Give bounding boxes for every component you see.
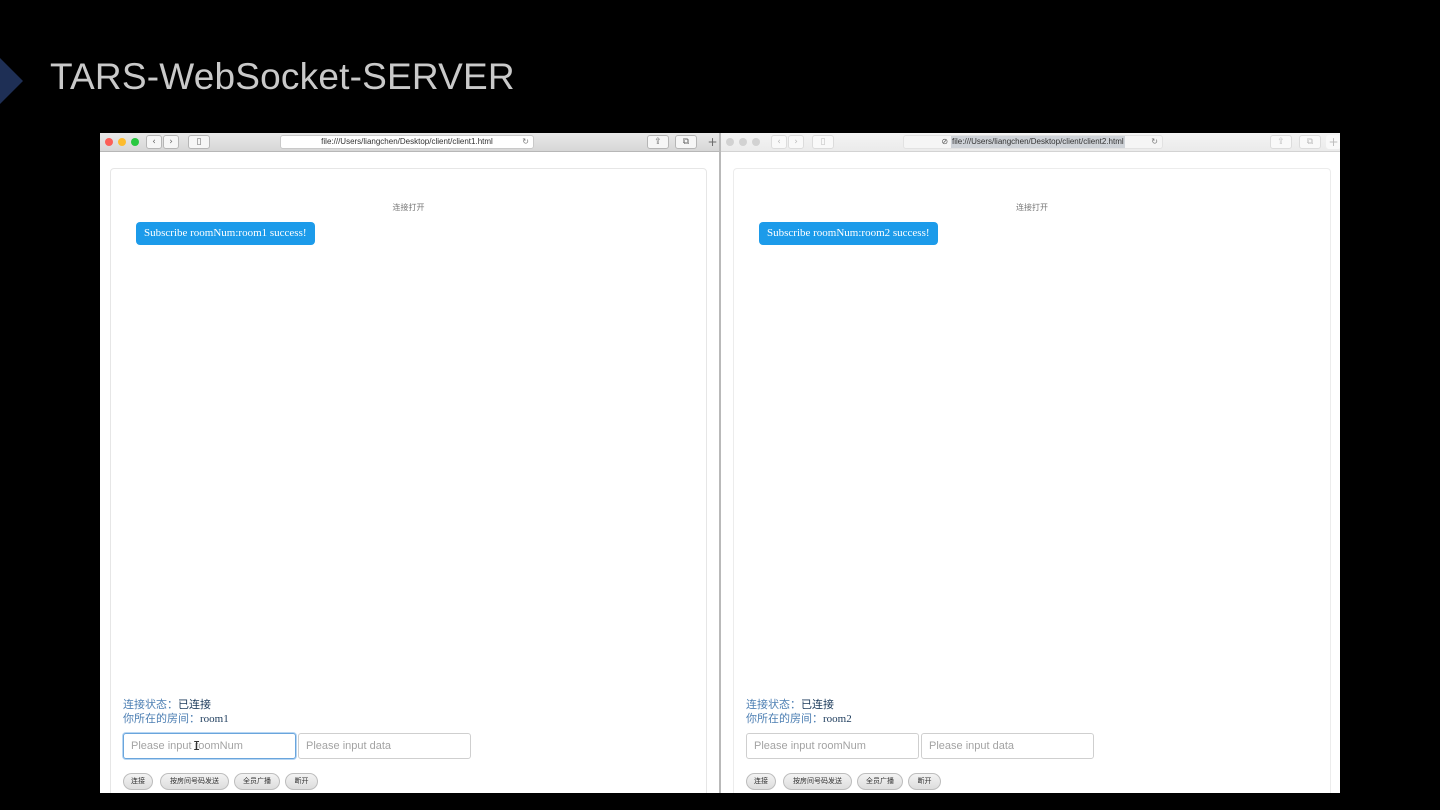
new-tab-icon[interactable]: + (1326, 135, 1340, 149)
current-room-value: room1 (200, 713, 229, 725)
zoom-window-button[interactable] (131, 138, 139, 146)
browser-window-client1: ‹ › ▯ file:///Users/liangchen/Desktop/cl… (100, 133, 720, 793)
sidebar-icon[interactable]: ▯ (812, 135, 834, 149)
send-by-room-button[interactable]: 按房间号码发送 (160, 773, 229, 790)
message-bubble: Subscribe roomNum:room1 success! (136, 222, 315, 245)
share-icon[interactable]: ⇪ (647, 135, 669, 149)
browser-toolbar: ‹ › ▯ file:///Users/liangchen/Desktop/cl… (100, 133, 720, 152)
current-room: 你所在的房间：room2 (746, 710, 852, 726)
sidebar-icon[interactable]: ▯ (188, 135, 210, 149)
disconnect-button[interactable]: 断开 (285, 773, 318, 790)
zoom-window-button[interactable] (752, 138, 760, 146)
back-icon[interactable]: ‹ (146, 135, 162, 149)
data-input[interactable] (298, 733, 471, 759)
compass-icon: ⊘ (941, 137, 949, 146)
broadcast-button[interactable]: 全员广播 (234, 773, 280, 790)
connect-button[interactable]: 连接 (123, 773, 153, 790)
current-room-label: 你所在的房间： (123, 713, 200, 725)
reload-icon[interactable]: ↻ (1151, 136, 1158, 148)
browser-toolbar: ‹ › ▯ ⊘ file:///Users/liangchen/Desktop/c… (721, 133, 1340, 152)
slide-marker-triangle (0, 58, 23, 104)
connection-open-status: 连接打开 (1016, 203, 1048, 212)
minimize-window-button[interactable] (739, 138, 747, 146)
current-room-value: room2 (823, 713, 852, 725)
address-bar[interactable]: ⊘ file:///Users/liangchen/Desktop/client/… (903, 135, 1163, 149)
address-url: file:///Users/liangchen/Desktop/client/c… (321, 137, 493, 146)
connect-button[interactable]: 连接 (746, 773, 776, 790)
forward-icon[interactable]: › (163, 135, 179, 149)
address-bar[interactable]: file:///Users/liangchen/Desktop/client/c… (280, 135, 534, 149)
current-room-label: 你所在的房间： (746, 713, 823, 725)
room-num-input[interactable] (123, 733, 296, 759)
data-input[interactable] (921, 733, 1094, 759)
show-tabs-icon[interactable]: ⧉ (675, 135, 697, 149)
back-icon[interactable]: ‹ (771, 135, 787, 149)
send-by-room-button[interactable]: 按房间号码发送 (783, 773, 852, 790)
browser-window-client2: ‹ › ▯ ⊘ file:///Users/liangchen/Desktop/c… (721, 133, 1340, 793)
client-page: 连接打开 Subscribe roomNum:room1 success! 连接… (110, 168, 707, 793)
broadcast-button[interactable]: 全员广播 (857, 773, 903, 790)
share-icon[interactable]: ⇪ (1270, 135, 1292, 149)
close-window-button[interactable] (105, 138, 113, 146)
client-page: 连接打开 Subscribe roomNum:room2 success! 连接… (733, 168, 1331, 793)
forward-icon[interactable]: › (788, 135, 804, 149)
reload-icon[interactable]: ↻ (522, 136, 529, 148)
message-bubble: Subscribe roomNum:room2 success! (759, 222, 938, 245)
room-num-input[interactable] (746, 733, 919, 759)
disconnect-button[interactable]: 断开 (908, 773, 941, 790)
current-room: 你所在的房间：room1 (123, 710, 229, 726)
connection-open-status: 连接打开 (392, 203, 425, 212)
text-cursor-icon: I (193, 739, 201, 753)
new-tab-icon[interactable]: + (705, 135, 720, 149)
show-tabs-icon[interactable]: ⧉ (1299, 135, 1321, 149)
address-url: file:///Users/liangchen/Desktop/client/c… (951, 136, 1125, 148)
minimize-window-button[interactable] (118, 138, 126, 146)
slide-title: TARS-WebSocket-SERVER (50, 56, 515, 97)
close-window-button[interactable] (726, 138, 734, 146)
